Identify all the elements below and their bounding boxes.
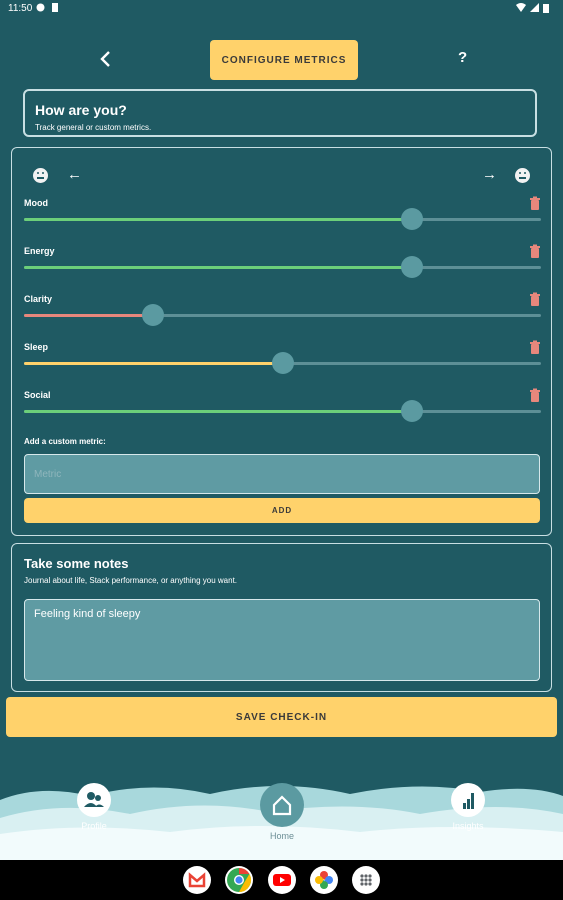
app-drawer-icon[interactable] xyxy=(352,866,380,894)
metric-input[interactable]: Metric xyxy=(24,454,540,494)
metrics-nav: ← → xyxy=(12,166,551,188)
trash-icon[interactable] xyxy=(529,196,541,210)
notes-title: Take some notes xyxy=(24,556,129,571)
metric-row-clarity: Clarity xyxy=(24,292,541,334)
notes-card: Take some notes Journal about life, Stac… xyxy=(11,543,552,692)
storage-icon xyxy=(52,3,58,12)
sad-face-icon xyxy=(33,168,48,183)
nav-profile-label: Profile xyxy=(81,821,107,831)
photos-icon[interactable] xyxy=(310,866,338,894)
slider-thumb[interactable] xyxy=(142,304,165,326)
slider-thumb[interactable] xyxy=(271,352,294,374)
add-metric-button[interactable]: ADD xyxy=(24,498,540,523)
help-button[interactable]: ? xyxy=(458,49,467,66)
gmail-icon[interactable] xyxy=(183,866,211,894)
insights-icon xyxy=(451,783,485,817)
trash-icon[interactable] xyxy=(529,388,541,402)
metric-label: Mood xyxy=(24,198,48,208)
metric-slider[interactable] xyxy=(24,352,541,374)
chrome-icon[interactable] xyxy=(225,866,253,894)
metric-label: Sleep xyxy=(24,342,49,352)
save-check-in-button[interactable]: SAVE CHECK-IN xyxy=(6,697,557,737)
slider-fill xyxy=(24,266,412,269)
nav-insights-label: Insights xyxy=(452,821,484,831)
status-time: 11:50 xyxy=(8,3,33,14)
neutral-face-icon xyxy=(515,168,530,183)
metric-row-social: Social xyxy=(24,388,541,430)
status-bar: 11:50 xyxy=(0,0,563,18)
metric-slider[interactable] xyxy=(24,256,541,278)
nav-profile[interactable]: Profile xyxy=(62,783,126,831)
trash-icon[interactable] xyxy=(529,292,541,306)
metric-slider[interactable] xyxy=(24,400,541,422)
youtube-icon[interactable] xyxy=(268,866,296,894)
slider-thumb[interactable] xyxy=(400,256,423,278)
metric-label: Energy xyxy=(24,246,55,256)
slider-fill xyxy=(24,362,283,365)
metric-slider[interactable] xyxy=(24,208,541,230)
top-bar: CONFIGURE METRICS ? xyxy=(0,38,563,82)
metric-slider[interactable] xyxy=(24,304,541,326)
arrow-left-icon[interactable]: ← xyxy=(67,166,82,183)
nav-home[interactable]: Home xyxy=(250,783,314,841)
slider-fill xyxy=(24,410,412,413)
profile-icon xyxy=(77,783,111,817)
slider-fill xyxy=(24,314,154,317)
metric-label: Social xyxy=(24,390,51,400)
metric-row-energy: Energy xyxy=(24,244,541,286)
metric-row-sleep: Sleep xyxy=(24,340,541,382)
notes-subtitle: Journal about life, Stack performance, o… xyxy=(24,576,238,585)
intro-title: How are you? xyxy=(35,102,127,118)
custom-metric-label: Add a custom metric: xyxy=(24,437,106,446)
nav-home-label: Home xyxy=(269,831,294,841)
wifi-icon xyxy=(516,3,526,12)
back-icon[interactable] xyxy=(96,48,116,70)
slider-thumb[interactable] xyxy=(400,400,423,422)
intro-card: How are you? Track general or custom met… xyxy=(23,89,537,137)
nav-insights[interactable]: Insights xyxy=(436,783,500,831)
metric-label: Clarity xyxy=(24,294,53,304)
slider-thumb[interactable] xyxy=(400,208,423,230)
signal-icon xyxy=(530,3,539,12)
metrics-card: ← → Mood Energy Clarity Sleep Social Add a c… xyxy=(11,147,552,536)
metric-row-mood: Mood xyxy=(24,196,541,238)
home-icon xyxy=(260,783,304,827)
battery-icon xyxy=(543,4,549,13)
trash-icon[interactable] xyxy=(529,340,541,354)
trash-icon[interactable] xyxy=(529,244,541,258)
notes-textarea[interactable]: Feeling kind of sleepy xyxy=(24,599,540,681)
configure-metrics-button[interactable]: CONFIGURE METRICS xyxy=(210,40,358,80)
system-taskbar xyxy=(0,860,563,900)
intro-subtitle: Track general or custom metrics. xyxy=(35,123,152,132)
arrow-right-icon[interactable]: → xyxy=(482,166,497,183)
notification-icon xyxy=(36,3,45,12)
slider-fill xyxy=(24,218,412,221)
